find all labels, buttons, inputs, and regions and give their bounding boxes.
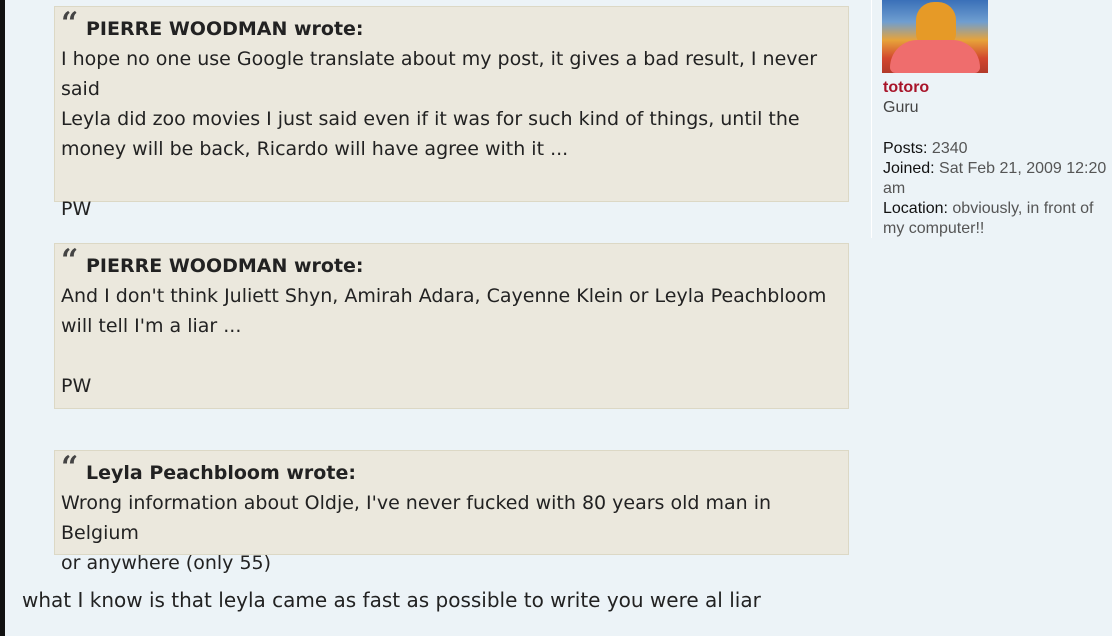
quote-icon: “: [61, 6, 79, 41]
quote-citation: “ Leyla Peachbloom wrote:: [55, 453, 848, 488]
quote-text: I hope no one use Google translate about…: [55, 44, 848, 224]
quote-text: Wrong information about Oldje, I've neve…: [55, 488, 848, 578]
location-label: Location:: [883, 200, 948, 217]
quote-line: And I don't think Juliett Shyn, Amirah A…: [61, 285, 827, 307]
quote-line: I hope no one use Google translate about…: [61, 48, 818, 100]
quote-line: will tell I'm a liar ...: [61, 315, 242, 337]
quote-citation: “ PIERRE WOODMAN wrote:: [55, 9, 848, 44]
post-body: “ PIERRE WOODMAN wrote: I hope no one us…: [5, 0, 1112, 636]
quote-icon: “: [61, 243, 79, 278]
author-profile: totoro Guru Posts: 2340 Joined: Sat Feb …: [871, 0, 1112, 238]
quote-signoff: PW: [61, 375, 92, 397]
post-reply-text: what I know is that leyla came as fast a…: [22, 588, 761, 612]
quote-author: PIERRE WOODMAN wrote:: [86, 255, 364, 277]
blockquote: “ PIERRE WOODMAN wrote: And I don't thin…: [54, 243, 849, 409]
posts-count[interactable]: 2340: [932, 140, 968, 157]
joined-stat: Joined: Sat Feb 21, 2009 12:20 am: [883, 159, 1112, 199]
quote-line: Wrong information about Oldje, I've neve…: [61, 492, 772, 544]
avatar-lotus: [890, 40, 980, 73]
location-stat: Location: obviously, in front of my comp…: [883, 199, 1112, 239]
quote-text: And I don't think Juliett Shyn, Amirah A…: [55, 281, 848, 401]
quote-line: money will be back, Ricardo will have ag…: [61, 138, 569, 160]
quote-line: Leyla did zoo movies I just said even if…: [61, 108, 800, 130]
quote-author: PIERRE WOODMAN wrote:: [86, 18, 364, 40]
blockquote: “ Leyla Peachbloom wrote: Wrong informat…: [54, 450, 849, 574]
quote-icon: “: [61, 450, 79, 485]
quote-signoff: PW: [61, 198, 92, 220]
blockquote: “ PIERRE WOODMAN wrote: I hope no one us…: [54, 6, 849, 220]
joined-label: Joined:: [883, 160, 935, 177]
quote-citation: “ PIERRE WOODMAN wrote:: [55, 246, 848, 281]
quote-author: Leyla Peachbloom wrote:: [86, 462, 356, 484]
posts-label: Posts:: [883, 140, 928, 157]
avatar[interactable]: [882, 0, 988, 73]
username-link[interactable]: totoro: [883, 79, 929, 97]
user-stats: Posts: 2340 Joined: Sat Feb 21, 2009 12:…: [883, 139, 1112, 239]
quote-line: or anywhere (only 55): [61, 552, 272, 574]
user-rank: Guru: [883, 99, 919, 116]
posts-stat: Posts: 2340: [883, 139, 1112, 159]
